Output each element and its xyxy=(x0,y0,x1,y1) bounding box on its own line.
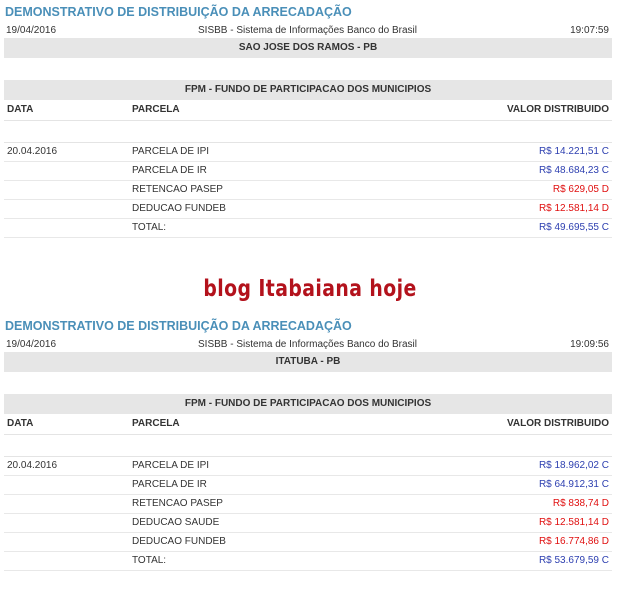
municipality-bar: SAO JOSE DOS RAMOS - PB xyxy=(4,38,612,58)
table-row: TOTAL: R$ 53.679,59 C xyxy=(4,552,612,571)
report-date: 19/04/2016 xyxy=(6,25,57,36)
fund-bar: FPM - FUNDO DE PARTICIPACAO DOS MUNICIPI… xyxy=(4,394,612,414)
row-parcel: DEDUCAO FUNDEB xyxy=(132,536,226,547)
row-parcel: PARCELA DE IR xyxy=(132,479,207,490)
table-row: PARCELA DE IR R$ 48.684,23 C xyxy=(4,162,612,181)
row-date: 20.04.2016 xyxy=(7,460,58,471)
col-date-header: DATA xyxy=(7,418,34,429)
column-header: DATA PARCELA VALOR DISTRIBUIDO xyxy=(4,100,612,121)
table-body: 20.04.2016 PARCELA DE IPI R$ 18.962,02 C PA… xyxy=(0,457,612,571)
row-value: R$ 64.912,31 C xyxy=(538,479,609,490)
table-row: PARCELA DE IR R$ 64.912,31 C xyxy=(4,476,612,495)
row-parcel: RETENCAO PASEP xyxy=(132,184,223,195)
report-date: 19/04/2016 xyxy=(6,339,57,350)
row-parcel: PARCELA DE IR xyxy=(132,165,207,176)
report-title: DEMONSTRATIVO DE DISTRIBUIÇÃO DA ARRECAD… xyxy=(5,5,352,19)
blog-watermark: blog Itabaiana hoje xyxy=(203,276,417,302)
report-title: DEMONSTRATIVO DE DISTRIBUIÇÃO DA ARRECAD… xyxy=(5,319,352,333)
col-value-header: VALOR DISTRIBUIDO xyxy=(506,104,609,115)
row-value: R$ 48.684,23 C xyxy=(538,165,609,176)
row-value: R$ 629,05 D xyxy=(552,184,609,195)
row-parcel: RETENCAO PASEP xyxy=(132,498,223,509)
row-date: 20.04.2016 xyxy=(7,146,58,157)
table-body: 20.04.2016 PARCELA DE IPI R$ 14.221,51 C PA… xyxy=(0,143,612,238)
col-value-header: VALOR DISTRIBUIDO xyxy=(506,418,609,429)
row-parcel: PARCELA DE IPI xyxy=(132,460,210,471)
row-value: R$ 14.221,51 C xyxy=(538,146,609,157)
report-time: 19:07:59 xyxy=(570,25,609,36)
table-row: TOTAL: R$ 49.695,55 C xyxy=(4,219,612,238)
row-value: R$ 838,74 D xyxy=(552,498,609,509)
table-row: RETENCAO PASEP R$ 629,05 D xyxy=(4,181,612,200)
row-parcel: TOTAL: xyxy=(132,555,167,566)
row-parcel: DEDUCAO FUNDEB xyxy=(132,203,226,214)
municipality-bar: ITATUBA - PB xyxy=(4,352,612,372)
system-name: SISBB - Sistema de Informações Banco do … xyxy=(198,25,417,36)
table-row: RETENCAO PASEP R$ 838,74 D xyxy=(4,495,612,514)
row-value: R$ 49.695,55 C xyxy=(538,222,609,233)
row-value: R$ 12.581,14 D xyxy=(538,517,609,528)
col-date-header: DATA xyxy=(7,104,34,115)
system-name: SISBB - Sistema de Informações Banco do … xyxy=(198,339,417,350)
col-parcel-header: PARCELA xyxy=(132,104,180,115)
table-row: 20.04.2016 PARCELA DE IPI R$ 18.962,02 C xyxy=(4,457,612,476)
col-parcel-header: PARCELA xyxy=(132,418,180,429)
fund-bar: FPM - FUNDO DE PARTICIPACAO DOS MUNICIPI… xyxy=(4,80,612,100)
report-meta: 19/04/2016 SISBB - Sistema de Informaçõe… xyxy=(0,338,612,352)
table-row: DEDUCAO FUNDEB R$ 12.581,14 D xyxy=(4,200,612,219)
row-value: R$ 16.774,86 D xyxy=(538,536,609,547)
row-parcel: PARCELA DE IPI xyxy=(132,146,210,157)
table-row: DEDUCAO SAUDE R$ 12.581,14 D xyxy=(4,514,612,533)
row-parcel: TOTAL: xyxy=(132,222,167,233)
table-row: 20.04.2016 PARCELA DE IPI R$ 14.221,51 C xyxy=(4,143,612,162)
report-2: DEMONSTRATIVO DE DISTRIBUIÇÃO DA ARRECAD… xyxy=(0,314,612,571)
row-value: R$ 53.679,59 C xyxy=(538,555,609,566)
row-value: R$ 18.962,02 C xyxy=(538,460,609,471)
report-time: 19:09:56 xyxy=(570,339,609,350)
report-1: DEMONSTRATIVO DE DISTRIBUIÇÃO DA ARRECAD… xyxy=(0,0,612,238)
table-row: DEDUCAO FUNDEB R$ 16.774,86 D xyxy=(4,533,612,552)
report-meta: 19/04/2016 SISBB - Sistema de Informaçõe… xyxy=(0,24,612,38)
row-value: R$ 12.581,14 D xyxy=(538,203,609,214)
row-parcel: DEDUCAO SAUDE xyxy=(132,517,220,528)
column-header: DATA PARCELA VALOR DISTRIBUIDO xyxy=(4,414,612,435)
